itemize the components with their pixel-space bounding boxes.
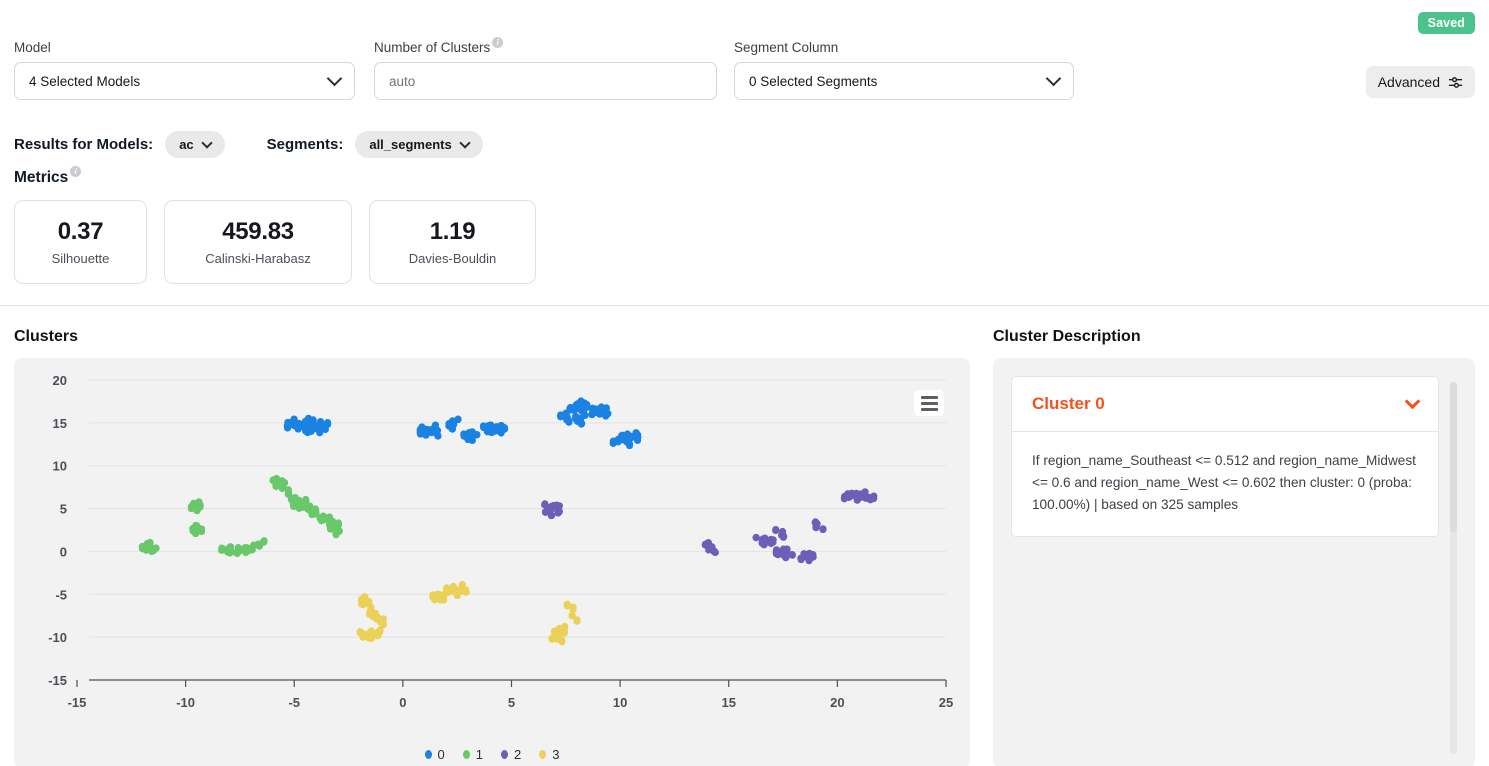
model-field: Model 4 Selected Models: [14, 40, 355, 100]
cluster-scatter-chart[interactable]: 20 15 10 5 0 -5 -10 -15 -15 -10 -5 0 5 10 15 20 25 0 1 2 3: [14, 358, 970, 766]
legend-item-3[interactable]: 3: [539, 747, 559, 762]
legend-label: 0: [437, 747, 445, 762]
model-label: Model: [14, 40, 51, 55]
legend-label: 1: [475, 747, 483, 762]
legend-label: 3: [552, 747, 560, 762]
svg-text:10: 10: [53, 459, 67, 474]
clustering-results-page: Saved Model 4 Selected Models Number of …: [0, 0, 1489, 766]
scatter-plot-svg: 20 15 10 5 0 -5 -10 -15-15 -10 -5 0 5 10 15 20 25: [48, 373, 953, 710]
svg-text:0: 0: [399, 695, 406, 710]
legend-item-0[interactable]: 0: [424, 747, 445, 762]
cluster-accordion-body: If region_name_Southeast <= 0.512 and re…: [1011, 432, 1439, 538]
advanced-button[interactable]: Advanced: [1365, 66, 1475, 98]
svg-text:15: 15: [722, 695, 736, 710]
legend-item-2[interactable]: 2: [501, 747, 521, 762]
segment-column-label: Segment Column: [734, 40, 839, 55]
metric-card-davies-bouldin: 1.19 Davies-Bouldin: [369, 200, 536, 284]
legend-dot-icon: [462, 750, 470, 759]
section-divider: [0, 305, 1489, 306]
svg-text:20: 20: [830, 695, 844, 710]
model-select[interactable]: 4 Selected Models: [14, 62, 355, 100]
metric-value: 1.19: [429, 218, 476, 245]
segments-filter-value: all_segments: [369, 137, 452, 152]
cluster-accordion-title: Cluster 0: [1032, 394, 1105, 413]
config-row: Model 4 Selected Models Number of Cluste…: [0, 37, 1489, 110]
metrics-title: Metrics i: [14, 166, 82, 187]
legend-dot-icon: [501, 750, 508, 759]
segment-column-field: Segment Column 0 Selected Segments: [734, 40, 1074, 100]
svg-text:25: 25: [939, 695, 953, 710]
clusters-panel-title: Clusters: [14, 328, 79, 345]
hamburger-menu-icon[interactable]: [914, 390, 944, 416]
svg-text:10: 10: [613, 695, 627, 710]
status-badge: Saved: [1417, 12, 1475, 34]
segments-label: Segments:: [266, 136, 344, 153]
svg-text:-5: -5: [55, 587, 67, 602]
description-scrollbar-thumb[interactable]: [1450, 382, 1457, 532]
models-filter-value: ac: [179, 137, 194, 152]
metric-label: Davies-Bouldin: [408, 251, 497, 266]
clusters-panel: Clusters 20 15 10 5 0 -5 -10 -15 -15 -10 -5 0 5 10 15 2…: [14, 328, 970, 766]
segments-filter-pill[interactable]: all_segments: [355, 131, 483, 158]
segment-column-select[interactable]: 0 Selected Segments: [734, 62, 1074, 100]
svg-text:0: 0: [60, 544, 67, 559]
legend-label: 2: [514, 747, 522, 762]
cluster-description-title: Cluster Description: [993, 328, 1141, 345]
num-clusters-field: Number of Clusters i: [374, 37, 717, 100]
results-row: Results for Models: ac Segments: all_seg…: [14, 131, 483, 158]
metric-card-calinski-harabasz: 459.83 Calinski-Harabasz: [164, 200, 352, 284]
svg-text:-10: -10: [176, 695, 195, 710]
svg-text:-15: -15: [48, 673, 67, 688]
num-clusters-input[interactable]: [374, 62, 717, 100]
metric-cards: 0.37 Silhouette 459.83 Calinski-Harabasz…: [14, 200, 536, 284]
segment-column-value: 0 Selected Segments: [749, 73, 878, 89]
scatter-series-1: [138, 474, 343, 558]
svg-text:-5: -5: [288, 695, 300, 710]
svg-text:5: 5: [508, 695, 515, 710]
metric-value: 459.83: [222, 218, 294, 245]
cluster-description-panel: Cluster Description Cluster 0 If region_…: [993, 328, 1475, 766]
info-icon[interactable]: i: [492, 37, 504, 48]
cluster-accordion-header[interactable]: Cluster 0: [1011, 376, 1439, 432]
chevron-down-icon[interactable]: [1404, 393, 1421, 409]
svg-text:-10: -10: [48, 630, 67, 645]
svg-text:5: 5: [60, 502, 67, 517]
chevron-down-icon: [1045, 70, 1062, 87]
advanced-button-label: Advanced: [1377, 74, 1440, 90]
metric-label: Silhouette: [51, 251, 110, 266]
scatter-series-2: [541, 488, 878, 565]
chart-legend: 0 1 2 3: [14, 747, 970, 762]
model-select-value: 4 Selected Models: [29, 73, 141, 89]
sliders-icon: [1448, 76, 1463, 88]
scatter-series-3: [356, 580, 581, 646]
metric-value: 0.37: [57, 218, 104, 245]
svg-text:-15: -15: [68, 695, 87, 710]
svg-text:15: 15: [53, 416, 67, 431]
results-for-models-label: Results for Models:: [14, 136, 154, 153]
legend-dot-icon: [424, 750, 432, 759]
metric-card-silhouette: 0.37 Silhouette: [14, 200, 147, 284]
cluster-description-card: Cluster 0 If region_name_Southeast <= 0.…: [993, 358, 1475, 766]
svg-text:20: 20: [53, 373, 67, 388]
legend-item-1[interactable]: 1: [462, 747, 483, 762]
chevron-down-icon: [200, 136, 213, 149]
models-filter-pill[interactable]: ac: [165, 131, 225, 158]
metric-label: Calinski-Harabasz: [205, 251, 311, 266]
info-icon[interactable]: i: [70, 166, 82, 177]
description-scrollbar[interactable]: [1450, 382, 1457, 754]
chevron-down-icon: [459, 136, 471, 149]
legend-dot-icon: [539, 750, 547, 759]
cluster-accordion: Cluster 0 If region_name_Southeast <= 0.…: [1011, 376, 1439, 538]
num-clusters-label: Number of Clusters i: [374, 37, 717, 55]
chevron-down-icon: [326, 70, 343, 87]
